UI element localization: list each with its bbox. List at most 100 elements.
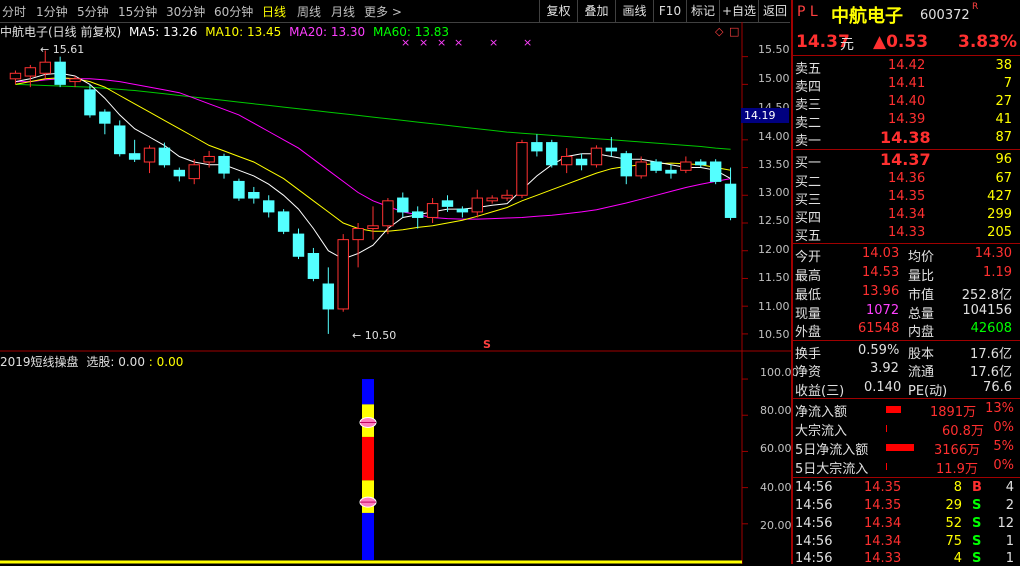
fin-value: 0.59% bbox=[858, 343, 900, 358]
flow-label: 净流入额 bbox=[795, 405, 848, 420]
tick-count: 2 bbox=[1005, 498, 1014, 513]
stat-label: 今开 bbox=[795, 250, 822, 265]
ask-label: 卖二 bbox=[795, 116, 822, 131]
indicator-axis-label: 80.00 bbox=[760, 404, 792, 417]
tick-side: B bbox=[972, 480, 982, 495]
stat-label: 最高 bbox=[795, 269, 822, 284]
bid-label: 买五 bbox=[795, 229, 822, 244]
stat-label: 内盘 bbox=[908, 325, 935, 340]
flow-bar bbox=[886, 425, 887, 432]
ask-volume: 27 bbox=[995, 94, 1012, 109]
flow-value: 11.9万 bbox=[936, 462, 978, 477]
ask-label: 卖三 bbox=[795, 98, 822, 113]
fin-label: 收益(三) bbox=[795, 384, 845, 399]
tick-volume: 52 bbox=[945, 516, 962, 531]
ask-volume: 87 bbox=[995, 130, 1012, 145]
stock-code: 600372 bbox=[920, 8, 970, 23]
flow-value: 1891万 bbox=[930, 405, 977, 420]
fin-label: 换手 bbox=[795, 347, 822, 362]
stat-label: 市值 bbox=[908, 288, 935, 303]
bid-label: 买一 bbox=[795, 156, 822, 171]
tick-time: 14:56 bbox=[795, 498, 833, 513]
stat-value: 1.19 bbox=[983, 265, 1012, 280]
bid-volume: 67 bbox=[995, 171, 1012, 186]
stat-label: 现量 bbox=[795, 307, 822, 322]
ask-label: 卖一 bbox=[795, 134, 822, 149]
tick-price: 14.34 bbox=[864, 534, 902, 549]
bid-volume: 299 bbox=[987, 207, 1012, 222]
divider bbox=[791, 477, 1020, 478]
stat-value: 1072 bbox=[866, 303, 900, 318]
flow-pct: 5% bbox=[993, 439, 1014, 454]
stat-label: 总量 bbox=[908, 307, 935, 322]
signal-column-block bbox=[362, 436, 374, 481]
divider bbox=[791, 243, 1020, 244]
tick-price: 14.34 bbox=[864, 516, 902, 531]
stat-value: 14.30 bbox=[974, 246, 1012, 261]
tick-price: 14.35 bbox=[864, 498, 902, 513]
stat-value: 14.03 bbox=[862, 246, 900, 261]
stat-value: 14.53 bbox=[862, 265, 900, 280]
tick-time: 14:56 bbox=[795, 516, 833, 531]
tick-time: 14:56 bbox=[795, 534, 833, 549]
bid-label: 买四 bbox=[795, 211, 822, 226]
bid-price: 14.33 bbox=[888, 225, 926, 240]
flow-bar bbox=[886, 444, 914, 451]
price-change: ▲0.53 bbox=[873, 32, 929, 52]
bid-price: 14.34 bbox=[888, 207, 926, 222]
tick-volume: 75 bbox=[945, 534, 962, 549]
fin-value: 3.92 bbox=[870, 361, 899, 376]
flow-label: 5日大宗流入 bbox=[795, 462, 869, 477]
tick-volume: 29 bbox=[945, 498, 962, 513]
bid-volume: 427 bbox=[987, 189, 1012, 204]
flow-value: 60.8万 bbox=[942, 424, 984, 439]
ask-volume: 41 bbox=[995, 112, 1012, 127]
stat-label: 量比 bbox=[908, 269, 935, 284]
indicator-axis-label: 40.00 bbox=[760, 481, 792, 494]
signal-column-block bbox=[362, 512, 374, 560]
ask-volume: 38 bbox=[995, 58, 1012, 73]
ask-volume: 7 bbox=[1003, 76, 1012, 91]
flow-pct: 13% bbox=[985, 401, 1014, 416]
ask-price: 14.38 bbox=[880, 128, 931, 147]
bid-label: 买二 bbox=[795, 175, 822, 190]
tick-count: 4 bbox=[1005, 480, 1014, 495]
bid-label: 买三 bbox=[795, 193, 822, 208]
fin-value: 17.6亿 bbox=[970, 347, 1012, 362]
flow-bar bbox=[886, 406, 901, 413]
indicator-chart[interactable] bbox=[0, 0, 791, 564]
fin-value: 76.6 bbox=[983, 380, 1012, 395]
flow-pct: 0% bbox=[993, 420, 1014, 435]
stat-value: 42608 bbox=[970, 321, 1012, 336]
tick-side: S bbox=[972, 516, 982, 531]
ask-price: 14.40 bbox=[888, 94, 926, 109]
stat-label: 最低 bbox=[795, 288, 822, 303]
tick-count: 1 bbox=[1005, 534, 1014, 549]
stat-label: 均价 bbox=[908, 250, 935, 265]
divider bbox=[791, 55, 1020, 56]
stat-value: 104156 bbox=[962, 303, 1012, 318]
bid-price: 14.37 bbox=[880, 150, 931, 169]
tick-side: S bbox=[972, 534, 982, 549]
ask-label: 卖五 bbox=[795, 62, 822, 77]
divider bbox=[791, 340, 1020, 341]
indicator-axis-label: 60.00 bbox=[760, 442, 792, 455]
tick-price: 14.35 bbox=[864, 480, 902, 495]
ask-label: 卖四 bbox=[795, 80, 822, 95]
tick-volume: 8 bbox=[953, 480, 962, 495]
flow-label: 大宗流入 bbox=[795, 424, 848, 439]
pl-indicator: P L bbox=[797, 4, 818, 20]
stat-value: 13.96 bbox=[862, 284, 900, 299]
tick-side: S bbox=[972, 498, 982, 513]
stat-label: 外盘 bbox=[795, 325, 822, 340]
fin-value: 0.140 bbox=[864, 380, 902, 395]
flow-pct: 0% bbox=[993, 458, 1014, 473]
divider bbox=[791, 398, 1020, 399]
bid-volume: 205 bbox=[987, 225, 1012, 240]
ask-price: 14.41 bbox=[888, 76, 926, 91]
bid-volume: 96 bbox=[995, 152, 1012, 167]
fin-label: 净资 bbox=[795, 365, 822, 380]
bid-price: 14.36 bbox=[888, 171, 926, 186]
signal-column-block bbox=[362, 379, 374, 405]
tick-time: 14:56 bbox=[795, 480, 833, 495]
